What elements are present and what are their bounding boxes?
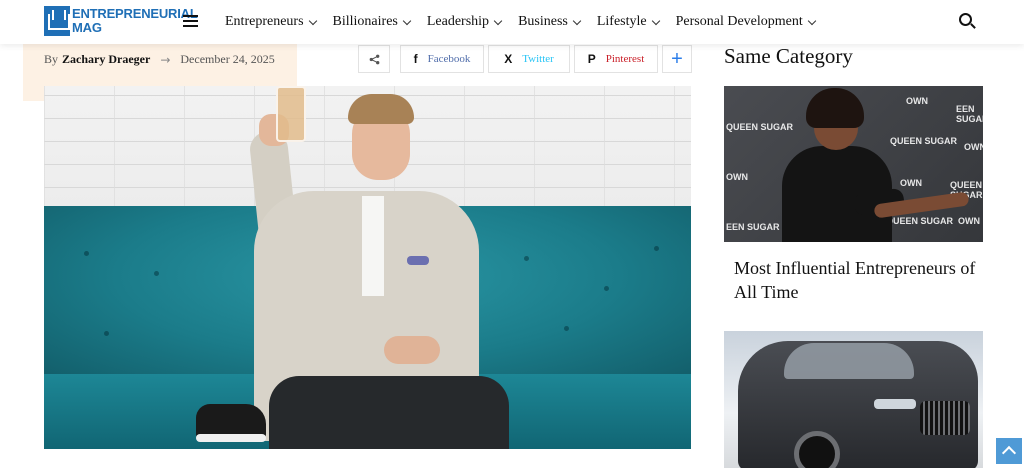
backdrop-text: OWN — [964, 142, 983, 152]
facebook-icon: f — [413, 52, 418, 66]
share-icon — [369, 54, 379, 64]
main-nav: Entrepreneurs Billionaires Leadership Bu… — [225, 0, 832, 44]
chevron-down-icon — [493, 16, 503, 25]
nav-label: Leadership — [426, 14, 490, 29]
backdrop-text: EEN SUGAR — [726, 222, 780, 232]
menu-icon[interactable] — [183, 14, 198, 28]
search-icon[interactable] — [958, 12, 976, 30]
pinterest-icon: P — [587, 52, 596, 66]
article-meta: By Zachary Draeger → December 24, 2025 — [44, 52, 275, 67]
logo-line-2: MAG — [72, 20, 102, 35]
scroll-to-top-button[interactable] — [996, 438, 1022, 464]
share-facebook-label: Facebook — [427, 53, 471, 65]
nav-item-entrepreneurs[interactable]: Entrepreneurs — [225, 14, 317, 30]
backdrop-text: QUEEN SUGAR — [886, 216, 954, 226]
backdrop-text: OWN — [906, 96, 928, 106]
arrow-right-icon: → — [160, 52, 171, 67]
chevron-down-icon — [572, 16, 582, 25]
nav-label: Billionaires — [332, 14, 398, 29]
logo-text: ENTREPRENEURIAL MAG — [72, 7, 198, 35]
backdrop-text: OWN — [726, 172, 748, 182]
backdrop-text: OWN — [958, 216, 980, 226]
by-prefix: By — [44, 52, 59, 66]
author-link[interactable]: Zachary Draeger — [62, 52, 150, 67]
nav-label: Personal Development — [675, 14, 803, 29]
sidebar-title: Same Category — [724, 44, 853, 68]
publish-date: December 24, 2025 — [180, 52, 275, 66]
nav-item-lifestyle[interactable]: Lifestyle — [596, 14, 660, 30]
nav-label: Entrepreneurs — [225, 14, 304, 29]
chevron-down-icon — [807, 16, 817, 25]
sidebar-item-headline[interactable]: Most Influential Entrepreneurs of All Ti… — [734, 256, 984, 304]
share-toggle-button[interactable] — [358, 45, 390, 73]
glass — [276, 86, 306, 142]
chevron-down-icon — [651, 16, 660, 25]
site-header: ENTREPRENEURIAL MAG Entrepreneurs Billio… — [0, 0, 1024, 44]
nav-item-business[interactable]: Business — [518, 14, 582, 30]
share-facebook-button[interactable]: f Facebook — [400, 45, 484, 73]
backdrop-text: QUEEN SUGAR — [890, 136, 958, 146]
share-twitter-button[interactable]: X Twitter — [488, 45, 570, 73]
backdrop-text: OWN — [900, 178, 922, 188]
site-logo[interactable]: ENTREPRENEURIAL MAG — [44, 6, 198, 38]
logo-line-1: ENTREPRENEURIAL — [72, 6, 198, 21]
sidebar-item-image[interactable]: OWN QUEEN SUGAR OWN EEN SUGAR QUEEN SUGA… — [724, 86, 983, 242]
nav-label: Lifestyle — [596, 14, 647, 29]
nav-item-personal-development[interactable]: Personal Development — [675, 14, 817, 30]
share-twitter-label: Twitter — [522, 53, 554, 65]
share-more-button[interactable]: + — [662, 45, 692, 73]
logo-icon — [44, 6, 70, 36]
nav-item-leadership[interactable]: Leadership — [426, 14, 503, 30]
chevron-down-icon — [402, 16, 412, 25]
x-twitter-icon: X — [504, 52, 513, 66]
share-pinterest-button[interactable]: P Pinterest — [574, 45, 658, 73]
share-pinterest-label: Pinterest — [605, 53, 645, 65]
chevron-down-icon — [308, 16, 317, 25]
sidebar-item-image[interactable] — [724, 331, 983, 468]
featured-image — [44, 86, 691, 449]
backdrop-text: QUEEN SUGAR — [726, 122, 794, 132]
nav-item-billionaires[interactable]: Billionaires — [332, 14, 412, 30]
nav-label: Business — [518, 14, 568, 29]
backdrop-text: EEN SUGAR — [956, 104, 983, 124]
